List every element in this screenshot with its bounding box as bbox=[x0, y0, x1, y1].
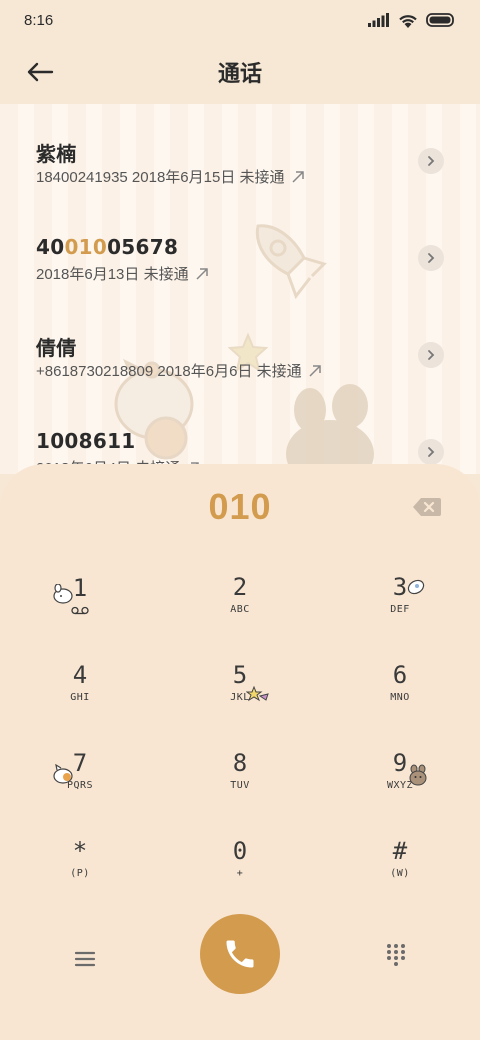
call-name-text: 倩倩 bbox=[36, 336, 77, 360]
key-1[interactable]: 1 bbox=[20, 554, 140, 634]
call-log-item[interactable]: 紫楠 18400241935 2018年6月15日 未接通 bbox=[0, 104, 480, 201]
call-log-item[interactable]: 4001005678 2018年6月13日 未接通 bbox=[0, 201, 480, 298]
call-detail-button[interactable] bbox=[418, 439, 444, 465]
call-button[interactable] bbox=[200, 914, 280, 994]
call-meta: 2018年6月13日 未接通 bbox=[36, 263, 209, 284]
status-bar: 8:16 bbox=[0, 0, 480, 40]
key-letters: (P) bbox=[70, 867, 90, 879]
bear-sticker-icon bbox=[409, 764, 427, 786]
call-name-text: 紫楠 bbox=[36, 142, 77, 166]
call-name: 1008611 bbox=[36, 429, 136, 453]
star-sticker-icon bbox=[246, 686, 269, 702]
key-9[interactable]: 9 WXYZ bbox=[340, 730, 460, 810]
key-letters: ABC bbox=[230, 603, 250, 615]
call-log-item[interactable]: 倩倩 +8618730218809 2018年6月6日 未接通 bbox=[0, 298, 480, 395]
key-2[interactable]: 2 ABC bbox=[180, 554, 300, 634]
dialer-action-bar bbox=[0, 914, 480, 1004]
outgoing-arrow-icon bbox=[309, 364, 321, 377]
call-name-text: 40 bbox=[36, 235, 65, 259]
key-digit: 9 bbox=[392, 748, 408, 777]
key-letters: TUV bbox=[230, 779, 250, 791]
page-title: 通话 bbox=[217, 62, 262, 87]
key-digit: 8 bbox=[232, 748, 248, 777]
call-detail-button[interactable] bbox=[418, 245, 444, 271]
call-name-text-rest: 05678 bbox=[107, 235, 179, 259]
call-log-list[interactable]: 紫楠 18400241935 2018年6月15日 未接通 4001005678… bbox=[0, 104, 480, 474]
status-icons bbox=[368, 13, 456, 28]
backspace-icon bbox=[413, 498, 441, 516]
outgoing-arrow-icon bbox=[291, 170, 304, 183]
key-digit: 2 bbox=[232, 572, 248, 601]
call-name: 紫楠 bbox=[36, 138, 77, 167]
call-meta-text: 18400241935 2018年6月15日 未接通 bbox=[36, 169, 285, 186]
key-digit: 5 bbox=[232, 660, 248, 689]
phone-icon bbox=[226, 940, 254, 968]
dialpad-icon bbox=[387, 944, 405, 966]
signal-icon bbox=[368, 13, 389, 27]
key-letters: GHI bbox=[70, 691, 90, 703]
call-log-item[interactable]: 1008611 2018年6月4日 未接通 bbox=[0, 395, 480, 474]
key-hash[interactable]: # (W) bbox=[340, 818, 460, 898]
key-letters: + bbox=[236, 867, 244, 879]
menu-button[interactable] bbox=[70, 944, 100, 974]
call-meta: 18400241935 2018年6月15日 未接通 bbox=[36, 166, 305, 187]
status-time: 8:16 bbox=[24, 11, 54, 29]
key-digit: # bbox=[392, 836, 408, 865]
key-letters: MNO bbox=[390, 691, 410, 703]
header: 通话 bbox=[0, 40, 480, 104]
chevron-right-icon bbox=[428, 156, 435, 166]
backspace-button[interactable] bbox=[412, 496, 442, 518]
key-0[interactable]: 0 + bbox=[180, 818, 300, 898]
dialed-number[interactable]: 010 bbox=[0, 486, 480, 528]
menu-icon bbox=[74, 951, 96, 967]
call-meta-text: 2018年6月13日 未接通 bbox=[36, 266, 189, 283]
key-digit: * bbox=[72, 836, 88, 865]
key-6[interactable]: 6 MNO bbox=[340, 642, 460, 722]
chevron-right-icon bbox=[428, 253, 435, 263]
key-3[interactable]: 3 DEF bbox=[340, 554, 460, 634]
battery-icon bbox=[426, 13, 454, 27]
back-arrow-icon bbox=[27, 62, 54, 82]
key-letters: DEF bbox=[390, 603, 410, 615]
key-letters: (W) bbox=[390, 867, 410, 879]
call-name-text: 1008611 bbox=[36, 429, 136, 453]
call-name-highlight: 010 bbox=[64, 235, 108, 259]
key-digit: 0 bbox=[232, 836, 248, 865]
bunny-sticker-icon bbox=[53, 584, 73, 604]
call-name: 4001005678 bbox=[36, 235, 178, 259]
key-digit: 7 bbox=[72, 748, 88, 777]
wifi-icon bbox=[399, 14, 417, 28]
key-4[interactable]: 4 GHI bbox=[20, 642, 140, 722]
voicemail-icon bbox=[71, 606, 89, 614]
outgoing-arrow-icon bbox=[196, 267, 208, 280]
key-5[interactable]: 5 JKL bbox=[180, 642, 300, 722]
call-meta: +8618730218809 2018年6月6日 未接通 bbox=[36, 360, 322, 381]
chevron-right-icon bbox=[428, 447, 435, 457]
dialpad-panel: 010 1 2 ABC 3 DEF 4 GHI 5 JKL 6 MNO 7 PQ… bbox=[0, 464, 480, 1040]
key-digit: 4 bbox=[72, 660, 88, 689]
key-8[interactable]: 8 TUV bbox=[180, 730, 300, 810]
key-digit: 6 bbox=[392, 660, 408, 689]
call-name: 倩倩 bbox=[36, 332, 77, 361]
call-detail-button[interactable] bbox=[418, 148, 444, 174]
call-meta-text: +8618730218809 2018年6月6日 未接通 bbox=[36, 363, 302, 380]
back-button[interactable] bbox=[26, 56, 66, 88]
chevron-right-icon bbox=[428, 350, 435, 360]
key-star[interactable]: * (P) bbox=[20, 818, 140, 898]
cat-sticker-icon bbox=[53, 764, 73, 784]
rocket-sticker-icon bbox=[407, 579, 425, 595]
key-digit: 1 bbox=[72, 573, 88, 602]
call-detail-button[interactable] bbox=[418, 342, 444, 368]
dialpad-toggle-button[interactable] bbox=[384, 942, 408, 966]
key-7[interactable]: 7 PQRS bbox=[20, 730, 140, 810]
